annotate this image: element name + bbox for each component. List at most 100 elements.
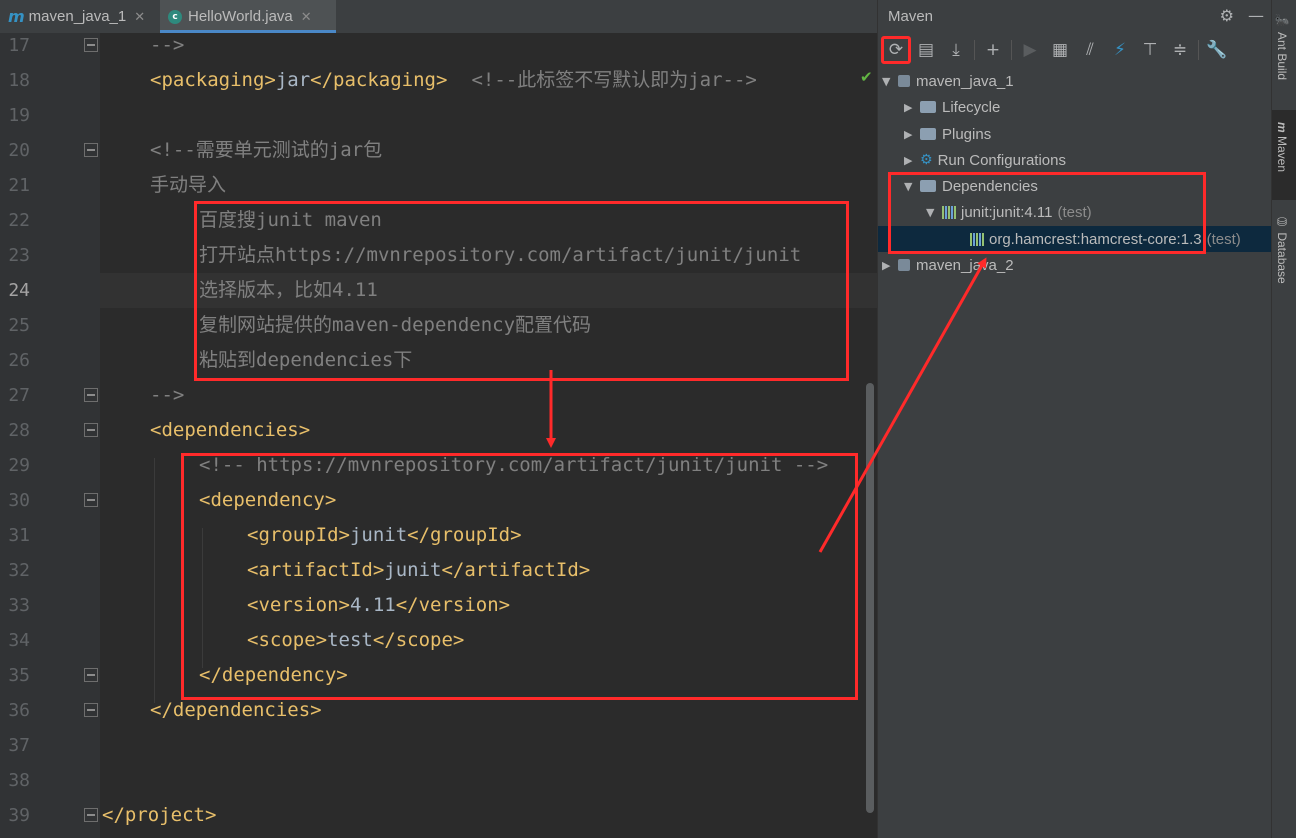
xml-tag: </packaging> <box>310 69 448 91</box>
tree-item-label: Plugins <box>942 125 992 143</box>
code-line-18: <packaging>jar</packaging> <!--此标签不写默认即为j… <box>150 68 757 92</box>
tab-helloworld-java[interactable]: c HelloWorld.java ✕ <box>160 0 336 33</box>
java-class-icon: c <box>168 9 182 24</box>
fold-marker[interactable] <box>84 423 98 437</box>
panel-title: Maven <box>888 8 934 25</box>
close-icon[interactable]: ✕ <box>301 9 312 25</box>
code-line-21: 手动导入 <box>150 174 227 196</box>
module-icon <box>898 75 910 87</box>
expanded-arrow-icon[interactable]: ▼ <box>882 75 898 88</box>
tool-window-strip: 🐜 Ant Build m Maven ⛁ Database <box>1271 0 1296 838</box>
collapsed-arrow-icon[interactable]: ▶ <box>904 101 920 114</box>
database-icon: ⛁ <box>1275 215 1289 229</box>
tree-item-label: Lifecycle <box>942 98 1001 116</box>
collapsed-arrow-icon[interactable]: ▶ <box>904 154 920 167</box>
close-icon[interactable]: ✕ <box>134 9 145 25</box>
toolbar-separator <box>974 39 975 60</box>
collapse-all-icon[interactable]: ≑ <box>1165 36 1195 64</box>
show-dependencies-icon[interactable]: ⊤ <box>1135 36 1165 64</box>
code-line-36: </dependencies> <box>150 699 322 721</box>
xml-text: jar <box>275 69 311 91</box>
maven-tab[interactable]: m Maven <box>1275 122 1289 172</box>
tab-label: HelloWorld.java <box>188 8 293 25</box>
line-number: 17 <box>8 35 30 56</box>
toolbar-separator <box>1011 39 1012 60</box>
tab-label: Maven <box>1275 136 1289 173</box>
tab-label: Ant Build <box>1275 32 1289 81</box>
tree-item-label: Run Configurations <box>937 151 1066 169</box>
annotation-box-dependency <box>181 453 858 700</box>
maven-tool-window: Maven ⚙ — ⟳ ▤ ⤓ + ▶ ▦ ⫽ ⚡ ⊤ ≑ 🔧 ▼ maven_… <box>877 0 1272 838</box>
line-number: 23 <box>8 245 30 266</box>
line-number: 36 <box>8 700 30 721</box>
indent-guide <box>154 458 155 703</box>
tree-item-maven-java-1[interactable]: ▼ maven_java_1 <box>882 68 1014 94</box>
xml-tag: <packaging> <box>150 69 276 91</box>
add-icon[interactable]: + <box>978 36 1008 64</box>
annotation-box-instructions <box>194 201 849 381</box>
run-icon[interactable]: ▶ <box>1015 36 1045 64</box>
line-number: 35 <box>8 665 30 686</box>
gear-icon[interactable]: ⚙ <box>1220 6 1234 25</box>
code-line-20: <!--需要单元测试的jar包 <box>150 139 383 161</box>
ant-build-tab[interactable]: 🐜 Ant Build <box>1275 14 1289 80</box>
line-number-current: 24 <box>8 280 30 301</box>
module-icon <box>898 259 910 271</box>
vertical-scrollbar[interactable] <box>866 383 874 813</box>
panel-actions: ⚙ — <box>1220 6 1264 25</box>
folder-icon <box>920 101 936 113</box>
annotation-box-dependencies <box>888 172 1206 254</box>
fold-marker[interactable] <box>84 808 98 822</box>
line-number: 27 <box>8 385 30 406</box>
toolbar-separator <box>1198 39 1199 60</box>
fold-marker[interactable] <box>84 493 98 507</box>
maven-module-icon: m <box>8 7 25 26</box>
code-editor[interactable]: 17 18 19 20 21 22 23 24 25 26 27 28 29 3… <box>0 33 877 838</box>
line-number: 39 <box>8 805 30 826</box>
line-number: 33 <box>8 595 30 616</box>
line-number: 19 <box>8 105 30 126</box>
line-number: 29 <box>8 455 30 476</box>
tree-item-plugins[interactable]: ▶ Plugins <box>904 121 991 147</box>
reload-icon[interactable]: ⟳ <box>881 35 911 64</box>
editor-tab-bar: m maven_java_1 ✕ c HelloWorld.java ✕ <box>0 0 877 34</box>
code-line-17: --> <box>150 34 185 56</box>
maven-icon: m <box>1275 122 1289 133</box>
scope-label: (test) <box>1206 230 1241 248</box>
line-number: 25 <box>8 315 30 336</box>
line-number: 21 <box>8 175 30 196</box>
tree-item-label: maven_java_2 <box>916 256 1014 274</box>
skip-tests-icon[interactable]: ⚡ <box>1105 36 1135 64</box>
tab-maven-java-1[interactable]: m maven_java_1 ✕ <box>0 0 160 33</box>
line-number: 30 <box>8 490 30 511</box>
generate-sources-icon[interactable]: ▤ <box>911 36 941 64</box>
collapsed-arrow-icon[interactable]: ▶ <box>882 259 898 272</box>
line-number: 32 <box>8 560 30 581</box>
gear-icon: ⚙ <box>920 152 933 168</box>
code-line-28: <dependencies> <box>150 419 311 441</box>
execute-goal-icon[interactable]: ▦ <box>1045 36 1075 64</box>
line-number: 31 <box>8 525 30 546</box>
line-number: 28 <box>8 420 30 441</box>
minimize-icon[interactable]: — <box>1248 6 1264 25</box>
download-icon[interactable]: ⤓ <box>941 36 971 64</box>
fold-marker[interactable] <box>84 388 98 402</box>
line-number: 18 <box>8 70 30 91</box>
inspection-ok-icon[interactable]: ✔ <box>860 68 873 86</box>
tree-item-lifecycle[interactable]: ▶ Lifecycle <box>904 94 1000 120</box>
wrench-icon[interactable]: 🔧 <box>1202 36 1232 64</box>
line-number: 20 <box>8 140 30 161</box>
tree-item-run-configurations[interactable]: ▶ ⚙ Run Configurations <box>904 147 1066 173</box>
tab-label: maven_java_1 <box>28 8 127 25</box>
fold-marker[interactable] <box>84 668 98 682</box>
fold-marker[interactable] <box>84 38 98 52</box>
toggle-offline-icon[interactable]: ⫽ <box>1075 36 1105 64</box>
line-number: 22 <box>8 210 30 231</box>
collapsed-arrow-icon[interactable]: ▶ <box>904 128 920 141</box>
fold-marker[interactable] <box>84 703 98 717</box>
line-number: 26 <box>8 350 30 371</box>
fold-marker[interactable] <box>84 143 98 157</box>
database-tab[interactable]: ⛁ Database <box>1275 215 1289 284</box>
tree-item-maven-java-2[interactable]: ▶ maven_java_2 <box>882 252 1014 278</box>
maven-toolbar: ⟳ ▤ ⤓ + ▶ ▦ ⫽ ⚡ ⊤ ≑ 🔧 <box>878 33 1272 66</box>
